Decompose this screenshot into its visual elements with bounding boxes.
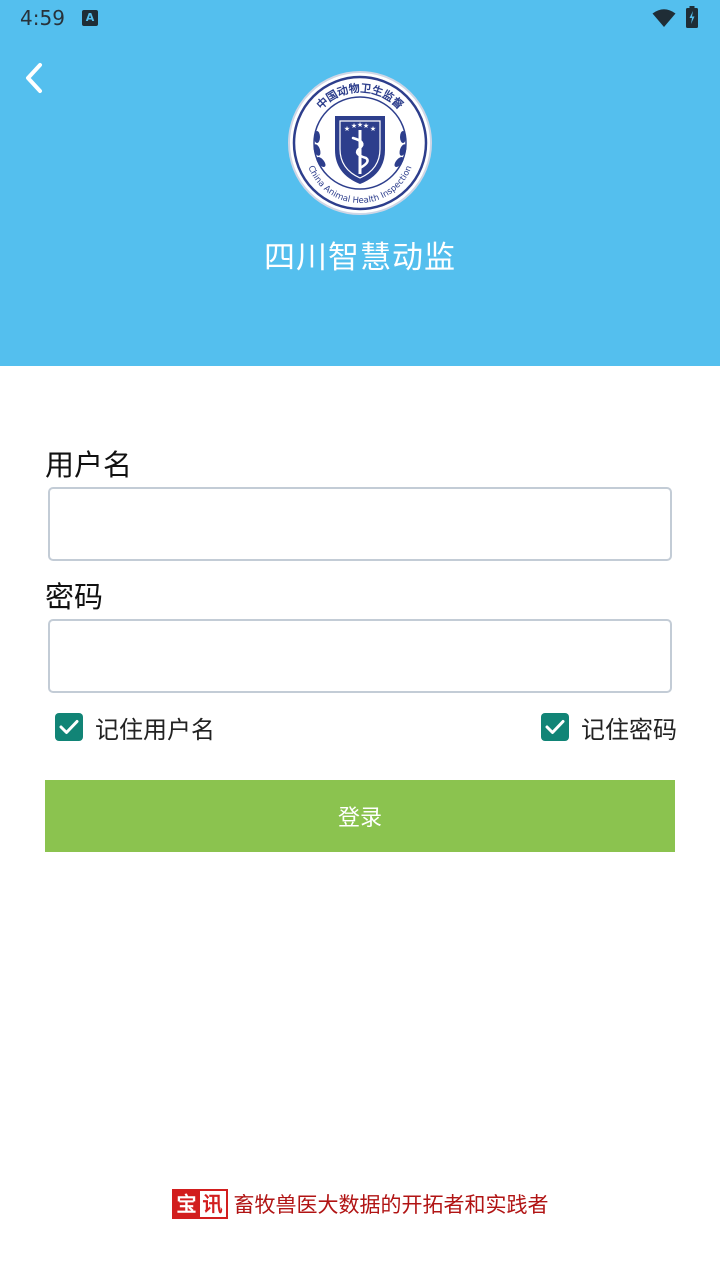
footer-slogan: 畜牧兽医大数据的开拓者和实践者	[233, 1193, 549, 1217]
footer: 宝 讯 畜牧兽医大数据的开拓者和实践者	[0, 1188, 720, 1220]
remember-password-checkbox[interactable]	[541, 713, 569, 741]
a-notification-icon: A	[82, 10, 98, 26]
back-button[interactable]	[14, 58, 54, 98]
remember-username-row[interactable]: 记住用户名	[55, 708, 215, 746]
header: 4:59 A 中国动物卫生监督 China Animal Health Insp…	[0, 0, 720, 366]
password-label: 密码	[45, 580, 104, 614]
app-title: 四川智慧动监	[264, 240, 456, 276]
checkmark-icon	[545, 720, 565, 734]
logo-emblem: 中国动物卫生监督 China Animal Health Inspection …	[288, 71, 432, 215]
remember-username-label: 记住用户名	[95, 715, 215, 744]
svg-text:★: ★	[344, 125, 350, 133]
svg-text:★: ★	[363, 122, 369, 130]
wifi-icon	[652, 9, 676, 27]
brand-char-1: 宝	[173, 1191, 200, 1217]
chevron-left-icon	[26, 63, 42, 93]
battery-charging-icon	[686, 6, 698, 28]
username-input[interactable]	[48, 487, 672, 561]
remember-password-row[interactable]: 记住密码	[541, 708, 677, 746]
remember-password-label: 记住密码	[581, 715, 677, 744]
status-time: 4:59	[20, 6, 65, 30]
login-screen: 4:59 A 中国动物卫生监督 China Animal Health Insp…	[0, 0, 720, 1280]
brand-logo: 宝 讯	[171, 1189, 228, 1219]
password-input[interactable]	[48, 619, 672, 693]
svg-text:★: ★	[370, 125, 376, 133]
brand-char-2: 讯	[199, 1191, 226, 1217]
username-label: 用户名	[45, 448, 133, 482]
login-button[interactable]: 登录	[45, 780, 675, 852]
remember-username-checkbox[interactable]	[55, 713, 83, 741]
status-bar: 4:59 A	[0, 0, 720, 36]
checkmark-icon	[59, 720, 79, 734]
